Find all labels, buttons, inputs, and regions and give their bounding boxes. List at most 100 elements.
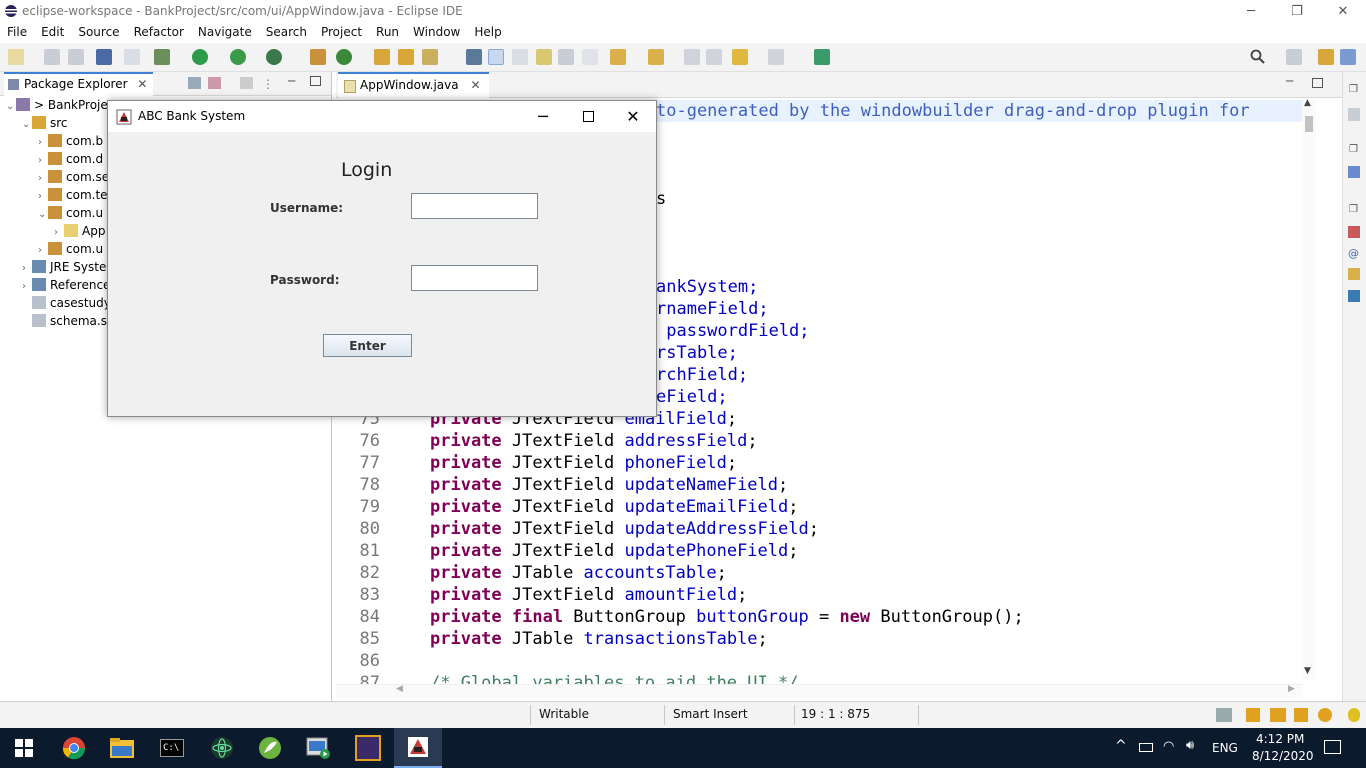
menu-project[interactable]: Project [314,22,369,43]
menu-navigate[interactable]: Navigate [191,22,259,43]
new-icon[interactable] [8,49,24,65]
show-whitespace-icon[interactable] [558,49,574,65]
new-java-class-icon[interactable] [336,49,352,65]
annotation-icon[interactable] [466,49,482,65]
run-icon[interactable] [192,49,208,65]
link-with-editor-icon[interactable] [208,77,221,89]
atom-icon[interactable] [198,728,246,768]
password-field[interactable] [411,265,538,291]
collapsed-arrow-icon[interactable]: › [38,137,48,148]
collapsed-arrow-icon[interactable]: › [22,281,32,292]
open-type-icon[interactable] [374,49,390,65]
terminal-app-icon[interactable]: C:\ [148,728,196,768]
scroll-up-icon[interactable]: ▲ [1304,98,1311,108]
open-task-icon[interactable] [398,49,414,65]
menu-refactor[interactable]: Refactor [127,22,191,43]
collapsed-arrow-icon[interactable]: › [38,173,48,184]
search-tool-icon[interactable] [422,49,438,65]
declaration-icon[interactable] [1348,268,1360,280]
java-app-taskbar-icon[interactable] [394,728,442,768]
dialog-close-button[interactable]: ✕ [610,101,656,132]
restore-view-icon[interactable]: ❐ [1349,84,1358,95]
word-wrap-icon[interactable] [512,49,528,65]
eclipse-taskbar-icon[interactable] [344,728,392,768]
tree-item[interactable]: ⌄ src [22,116,68,134]
forward-edit-icon[interactable] [706,49,722,65]
task-list-icon[interactable] [1348,108,1360,121]
windows-start-icon[interactable] [0,728,48,768]
forward-icon[interactable] [768,49,784,65]
tree-item[interactable]: › Reference [22,278,110,296]
coverage-icon[interactable] [230,49,246,65]
tree-item[interactable]: ⌄ com.u [38,206,103,224]
restore-button[interactable]: ❐ [1274,0,1320,22]
dialog-maximize-button[interactable] [565,101,611,132]
clock-date[interactable]: 8/12/2020 [1252,749,1314,763]
problems-icon[interactable] [1348,226,1360,238]
new-java-package-icon[interactable] [310,49,326,65]
back-icon[interactable] [732,49,748,65]
next-annotation-icon[interactable] [610,49,626,65]
maximize-view-icon[interactable] [310,76,321,86]
media-player-icon[interactable] [294,728,342,768]
restore-outline-icon[interactable]: ❐ [1349,144,1358,155]
save-icon[interactable] [44,49,60,65]
menu-help[interactable]: Help [467,22,508,43]
skip-breakpoints-icon[interactable] [124,49,140,65]
scroll-left-icon[interactable]: ◀ [396,684,403,694]
collapsed-arrow-icon[interactable]: › [38,191,48,202]
menu-window[interactable]: Window [406,22,467,43]
collapsed-arrow-icon[interactable]: › [22,263,32,274]
search-icon[interactable] [1250,49,1266,65]
book-icon[interactable] [1246,708,1260,722]
maximize-editor-icon[interactable] [1312,78,1323,88]
menu-file[interactable]: File [0,22,34,43]
menu-source[interactable]: Source [71,22,126,43]
menu-edit[interactable]: Edit [34,22,71,43]
debug-icon[interactable] [154,49,170,65]
menu-run[interactable]: Run [369,22,406,43]
terminal-icon[interactable] [96,49,112,65]
scroll-thumb[interactable] [1305,116,1313,132]
tree-item[interactable]: › com.u [38,242,103,260]
collapsed-arrow-icon[interactable]: › [38,245,48,256]
tree-item[interactable]: › App [54,224,105,242]
previous-annotation-icon[interactable] [648,49,664,65]
tree-item[interactable]: › JRE Syster [22,260,111,278]
open-perspective-icon[interactable] [1286,49,1302,65]
clock-time[interactable]: 4:12 PM [1256,732,1304,746]
tree-item[interactable]: casestudy [22,296,111,314]
language-indicator[interactable]: ENG [1212,741,1238,755]
collapsed-arrow-icon[interactable]: › [38,155,48,166]
minimize-view-icon[interactable]: ─ [288,74,295,88]
pilcrow-icon[interactable] [582,49,598,65]
close-tab-icon[interactable]: ✕ [137,77,147,91]
editor-tab-appwindow[interactable]: AppWindow.java ✕ [338,72,489,98]
tree-item[interactable]: › com.te [38,188,108,206]
minimize-editor-icon[interactable]: ─ [1286,74,1293,88]
file-explorer-icon[interactable] [98,728,146,768]
external-tools-icon[interactable] [266,49,282,65]
package-explorer-tab[interactable]: Package Explorer ✕ [4,72,154,96]
debug-perspective-icon[interactable] [1340,49,1356,65]
spring-tool-icon[interactable] [246,728,294,768]
show-hidden-icons[interactable]: ^ [1115,738,1127,754]
collapsed-arrow-icon[interactable]: › [54,227,64,238]
block-selection-icon[interactable] [536,49,552,65]
expanded-arrow-icon[interactable]: ⌄ [38,209,48,220]
expanded-arrow-icon[interactable]: ⌄ [6,101,16,112]
minimize-button[interactable]: ─ [1228,0,1274,22]
notifications-icon[interactable] [1324,740,1341,754]
outline-icon[interactable] [1348,166,1360,178]
enter-button[interactable]: Enter [323,334,412,357]
close-editor-icon[interactable]: ✕ [470,78,480,92]
java-perspective-icon[interactable] [1318,49,1334,65]
javadoc-icon[interactable]: @ [1348,247,1359,260]
filters-icon[interactable] [240,77,253,89]
scroll-down-icon[interactable]: ▼ [1304,666,1311,676]
tree-item[interactable]: › com.d [38,152,103,170]
tree-item[interactable]: › com.se [38,170,109,188]
view-menu-icon[interactable]: ⋮ [262,77,274,91]
restore-problems-icon[interactable]: ❐ [1349,204,1358,215]
graduation-cap-icon[interactable] [1270,708,1286,722]
